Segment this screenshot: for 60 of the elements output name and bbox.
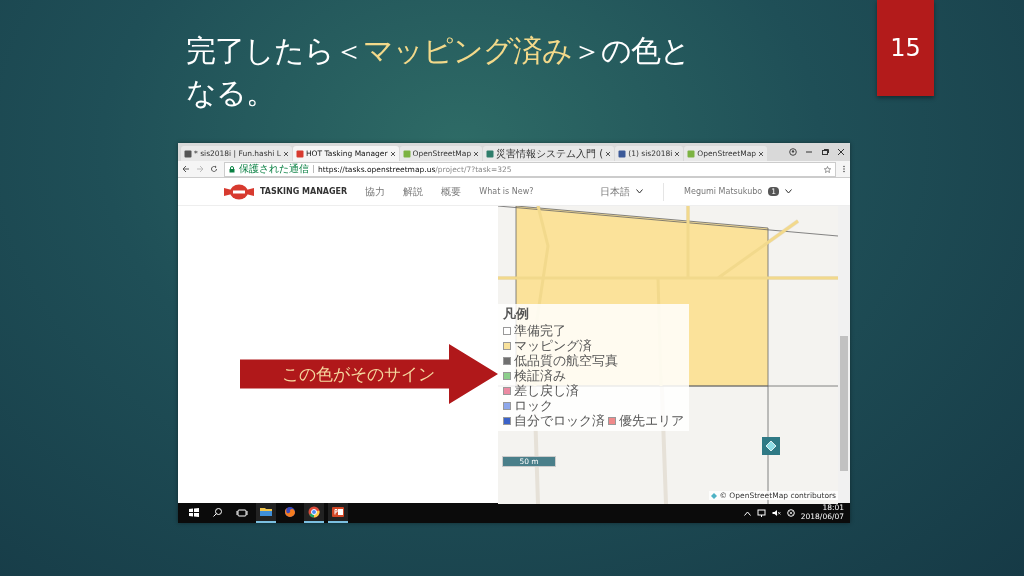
close-icon[interactable] xyxy=(674,150,681,157)
browser-tab[interactable]: 災害情報システム入門 ( xyxy=(483,146,615,161)
network-icon[interactable] xyxy=(756,509,766,517)
diamond-icon xyxy=(711,492,718,499)
slide-title: 完了したら＜マッピング済み＞の色となる。 xyxy=(186,32,691,112)
legend-label: 準備完了 xyxy=(514,324,566,338)
language-selector[interactable]: 日本語 xyxy=(600,184,631,199)
star-icon[interactable] xyxy=(824,165,831,173)
folder-icon xyxy=(260,506,272,518)
page-icon xyxy=(486,149,495,158)
reload-icon[interactable] xyxy=(210,165,218,173)
caret-icon[interactable] xyxy=(743,510,751,516)
maximize-icon[interactable] xyxy=(821,148,829,156)
nav-link[interactable]: 概要 xyxy=(441,184,462,199)
legend-label: 優先エリア xyxy=(619,414,684,428)
brand-name[interactable]: TASKING MANAGER xyxy=(260,187,348,196)
task-view-icon xyxy=(236,506,248,518)
close-icon[interactable] xyxy=(837,148,845,156)
close-icon[interactable] xyxy=(389,150,396,157)
page-number: 15 xyxy=(877,0,934,96)
windows-icon xyxy=(188,506,200,518)
slides-app-icon xyxy=(332,506,344,518)
legend-label: マッピング済 xyxy=(514,339,592,353)
page-icon xyxy=(184,149,192,158)
user-name[interactable]: Megumi Matsukubo xyxy=(684,187,763,196)
nav-link[interactable]: 解説 xyxy=(403,184,424,199)
diamond-icon xyxy=(765,440,777,452)
logo-icon[interactable] xyxy=(224,183,254,200)
legend-label: 差し戻し済 xyxy=(514,384,579,398)
nav-link[interactable]: 協力 xyxy=(365,184,386,199)
taskbar-app[interactable] xyxy=(328,503,348,523)
search-icon xyxy=(212,506,224,518)
layers-button[interactable] xyxy=(762,437,780,455)
volume-icon[interactable] xyxy=(771,509,781,517)
security-label: 保護された通信 xyxy=(239,162,309,176)
back-icon[interactable] xyxy=(182,165,190,173)
menu-icon[interactable] xyxy=(842,165,846,173)
chevron-icon[interactable] xyxy=(785,189,792,194)
chevron-icon[interactable] xyxy=(636,189,644,194)
legend-label: 検証済み xyxy=(514,369,566,383)
nav-link[interactable]: What is New? xyxy=(479,187,534,196)
close-icon[interactable] xyxy=(758,150,764,157)
browser-logo-icon xyxy=(308,506,320,518)
taskbar-app[interactable] xyxy=(256,503,276,523)
legend-label: ロック xyxy=(514,399,553,413)
legend-label: 低品質の航空写真 xyxy=(514,354,618,368)
page-icon xyxy=(618,149,627,158)
taskbar-app[interactable] xyxy=(304,503,324,523)
page-icon xyxy=(687,149,696,158)
legend-label: 自分でロック済 xyxy=(514,414,605,428)
page-icon xyxy=(295,149,304,158)
lock-icon xyxy=(229,165,235,173)
close-icon[interactable] xyxy=(282,150,289,157)
close-icon[interactable] xyxy=(605,150,612,157)
fox-globe-icon xyxy=(284,506,296,518)
minimize-icon[interactable] xyxy=(805,148,813,156)
close-icon[interactable] xyxy=(473,150,480,157)
scrollbar[interactable] xyxy=(838,206,850,503)
page-icon xyxy=(402,149,411,158)
legend-title: 凡例 xyxy=(503,307,530,321)
